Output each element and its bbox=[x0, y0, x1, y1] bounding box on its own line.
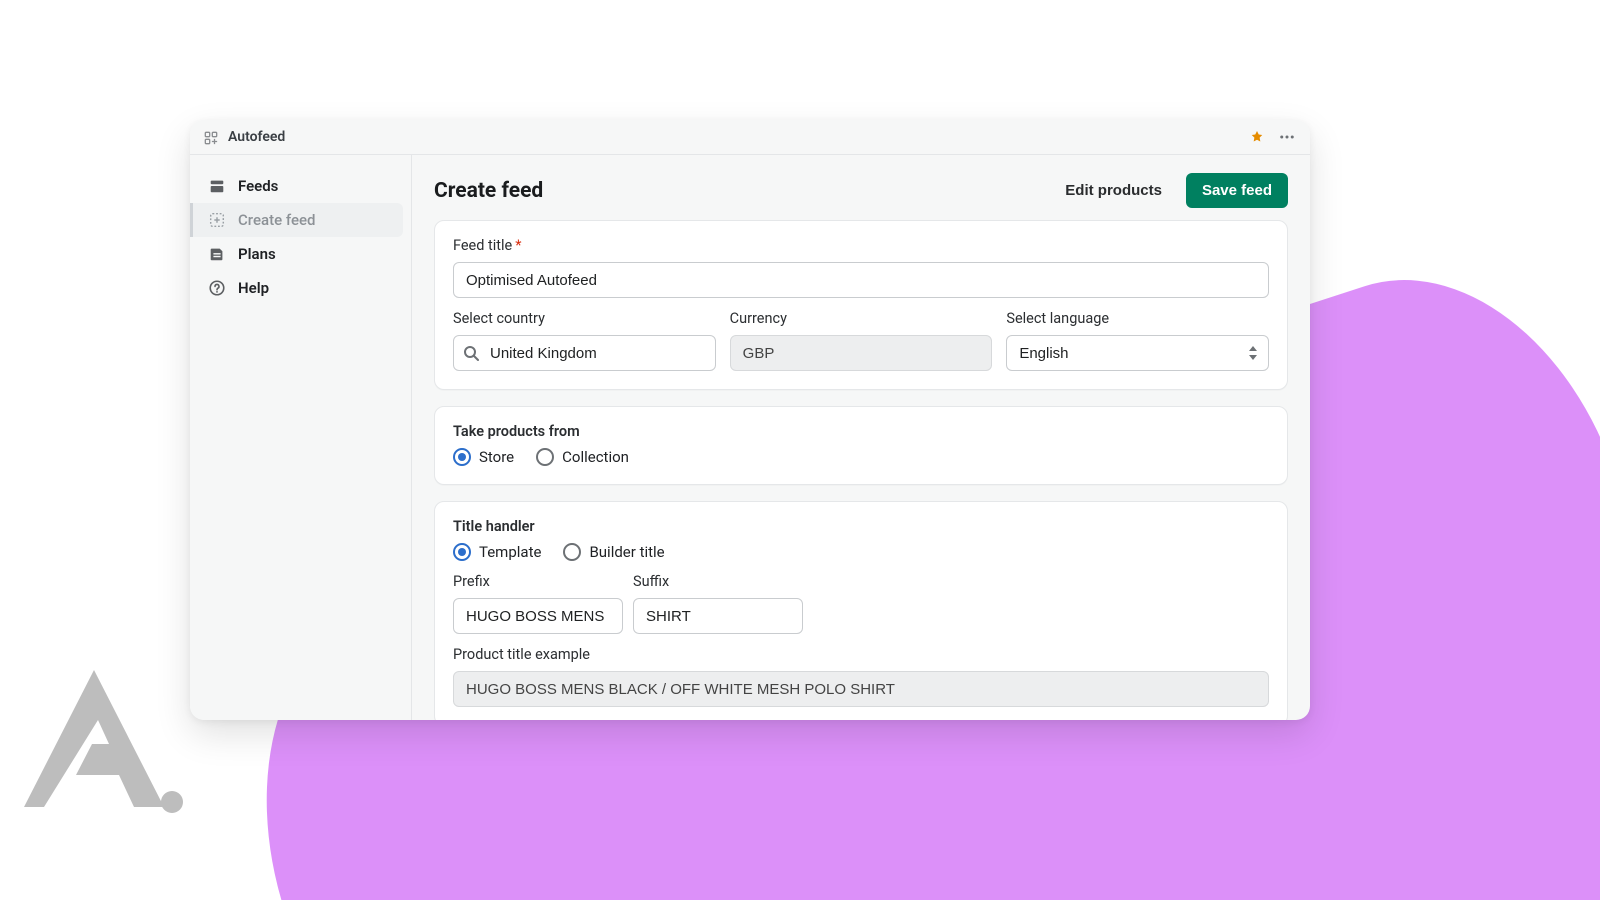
radio-dot-icon bbox=[453, 543, 471, 561]
radio-template[interactable]: Template bbox=[453, 543, 541, 561]
head-actions: Edit products Save feed bbox=[1059, 173, 1288, 208]
titlebar-right bbox=[1250, 128, 1296, 146]
app-window: Autofeed Feeds Create feed bbox=[190, 120, 1310, 720]
app-icon bbox=[204, 130, 218, 144]
sort-icon bbox=[1247, 346, 1259, 360]
radio-dot-icon bbox=[563, 543, 581, 561]
currency-field: Currency bbox=[730, 310, 993, 371]
pin-icon[interactable] bbox=[1250, 130, 1264, 144]
save-feed-button[interactable]: Save feed bbox=[1186, 173, 1288, 208]
feed-title-input[interactable] bbox=[453, 262, 1269, 298]
titlebar: Autofeed bbox=[190, 120, 1310, 155]
titlebar-left: Autofeed bbox=[204, 129, 285, 145]
sidebar-item-label: Help bbox=[238, 279, 269, 297]
example-display bbox=[453, 671, 1269, 707]
help-icon bbox=[208, 279, 226, 297]
sidebar-item-feeds[interactable]: Feeds bbox=[198, 169, 403, 203]
create-feed-icon bbox=[208, 211, 226, 229]
currency-display bbox=[730, 335, 993, 371]
example-label: Product title example bbox=[453, 646, 1269, 663]
page-head: Create feed Edit products Save feed bbox=[434, 169, 1288, 220]
sidebar-item-create-feed[interactable]: Create feed bbox=[190, 203, 403, 237]
example-field: Product title example bbox=[453, 646, 1269, 707]
country-field: Select country bbox=[453, 310, 716, 371]
radio-builder-title[interactable]: Builder title bbox=[563, 543, 664, 561]
prefix-field: Prefix bbox=[453, 573, 623, 634]
edit-products-button[interactable]: Edit products bbox=[1059, 174, 1168, 207]
page-title: Create feed bbox=[434, 179, 543, 203]
radio-store[interactable]: Store bbox=[453, 448, 514, 466]
title-handler-card: Title handler Template Builder title Pre… bbox=[434, 501, 1288, 720]
prefix-label: Prefix bbox=[453, 573, 623, 590]
sidebar-item-label: Create feed bbox=[238, 211, 315, 229]
language-label: Select language bbox=[1006, 310, 1269, 327]
suffix-field: Suffix bbox=[633, 573, 803, 634]
main: Create feed Edit products Save feed Feed… bbox=[412, 155, 1310, 720]
search-icon bbox=[463, 345, 479, 361]
radio-dot-icon bbox=[453, 448, 471, 466]
suffix-input[interactable] bbox=[633, 598, 803, 634]
language-field: Select language bbox=[1006, 310, 1269, 371]
required-asterisk: * bbox=[515, 237, 521, 254]
more-icon[interactable] bbox=[1278, 128, 1296, 146]
title-handler-label: Title handler bbox=[453, 518, 1269, 535]
brand-mark bbox=[24, 662, 184, 822]
radio-label: Collection bbox=[562, 448, 629, 466]
country-input[interactable] bbox=[453, 335, 716, 371]
prefix-input[interactable] bbox=[453, 598, 623, 634]
plans-icon bbox=[208, 245, 226, 263]
radio-collection[interactable]: Collection bbox=[536, 448, 629, 466]
radio-label: Template bbox=[479, 543, 541, 561]
language-select[interactable] bbox=[1006, 335, 1269, 371]
sidebar-item-label: Feeds bbox=[238, 177, 278, 195]
sidebar: Feeds Create feed Plans Help bbox=[190, 155, 412, 720]
app-title: Autofeed bbox=[228, 129, 285, 145]
sidebar-item-label: Plans bbox=[238, 245, 276, 263]
country-label: Select country bbox=[453, 310, 716, 327]
radio-dot-icon bbox=[536, 448, 554, 466]
feed-title-label: Feed title* bbox=[453, 237, 1269, 254]
source-card: Take products from Store Collection bbox=[434, 406, 1288, 485]
currency-label: Currency bbox=[730, 310, 993, 327]
suffix-label: Suffix bbox=[633, 573, 803, 590]
sidebar-item-plans[interactable]: Plans bbox=[198, 237, 403, 271]
feeds-icon bbox=[208, 177, 226, 195]
source-label: Take products from bbox=[453, 423, 1269, 440]
radio-label: Store bbox=[479, 448, 514, 466]
feed-info-card: Feed title* Select country bbox=[434, 220, 1288, 390]
sidebar-item-help[interactable]: Help bbox=[198, 271, 403, 305]
radio-label: Builder title bbox=[589, 543, 664, 561]
